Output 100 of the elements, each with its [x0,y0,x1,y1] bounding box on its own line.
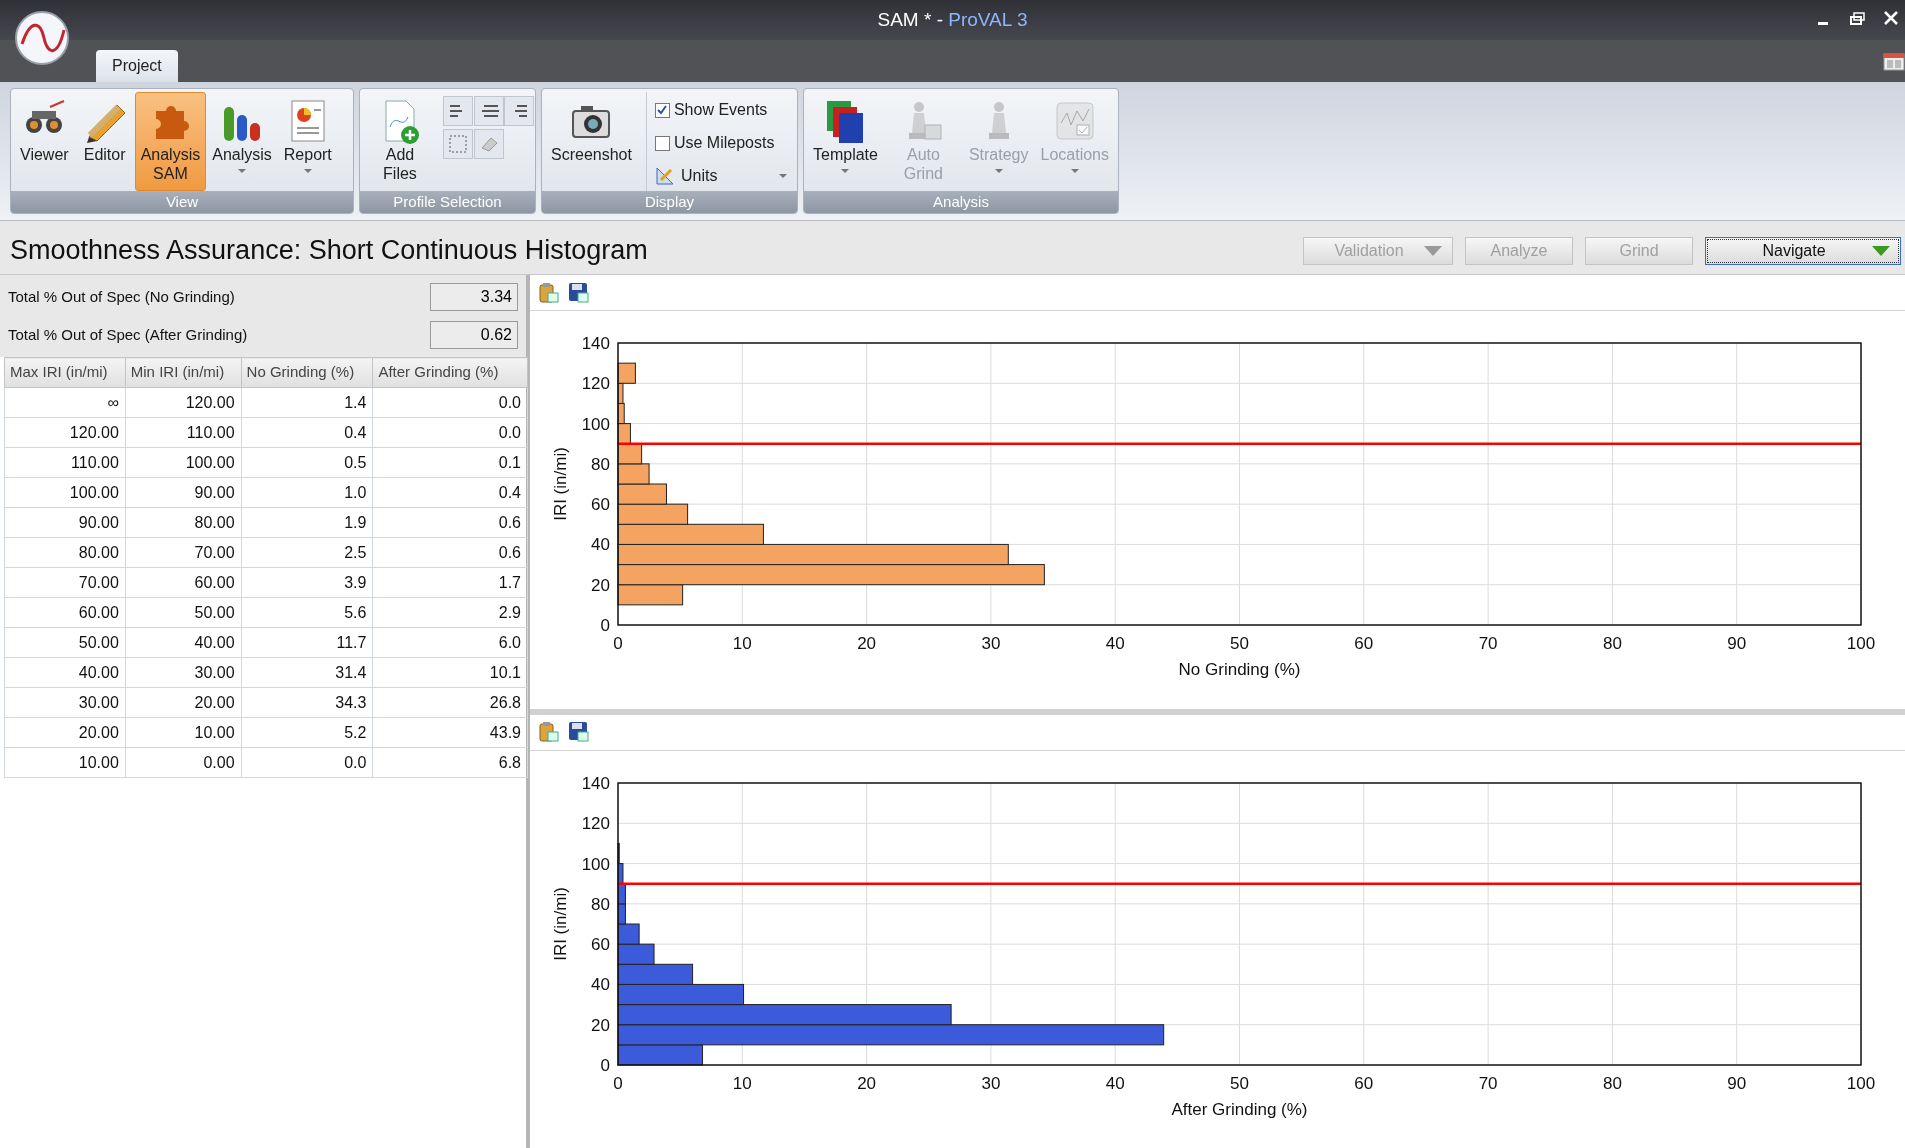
table-cell: 0.5 [241,447,373,478]
table-cell: 5.2 [241,717,373,748]
total-value-field: 3.34 [430,283,518,311]
table-cell: 6.0 [372,627,528,658]
x-tick-label: 100 [1846,634,1876,653]
table-cell: 30.00 [4,687,126,718]
total-label: Total % Out of Spec (After Grinding) [8,324,249,345]
window-title: SAM * - ProVAL 3 [877,7,1028,32]
x-tick-label: 20 [857,634,877,653]
x-tick-label: 0 [613,634,623,653]
x-tick-label: 0 [613,1073,623,1093]
table-cell: 60.00 [4,597,126,628]
y-tick-label: 100 [581,414,610,434]
total-label: Total % Out of Spec (No Grinding) [8,286,236,307]
x-tick-label: 10 [732,1073,752,1093]
table-cell: 80.00 [125,507,242,538]
y-tick-label: 60 [591,495,610,515]
x-tick-label: 100 [1846,1073,1876,1093]
table-cell: 70.00 [125,537,242,568]
table-cell: 0.6 [372,537,528,568]
x-tick-label: 40 [1105,1073,1125,1093]
y-tick-label: 20 [591,1015,610,1035]
table-cell: 50.00 [125,597,242,628]
x-tick-label: 30 [981,634,1001,653]
table-cell: 90.00 [125,477,242,508]
x-tick-label: 60 [1354,1073,1374,1093]
x-tick-label: 50 [1230,1073,1249,1093]
table-cell: 0.0 [241,747,373,778]
x-tick-label: 10 [732,634,752,653]
table-cell: 0.1 [372,447,528,478]
table-cell: 43.9 [372,717,528,748]
table-cell: 1.4 [241,387,373,418]
table-cell: 20.00 [125,687,242,718]
table-cell: 26.8 [372,687,528,718]
table-cell: 0.0 [372,417,528,448]
y-tick-label: 40 [591,974,610,994]
y-tick-label: 120 [581,374,610,394]
x-tick-label: 60 [1354,634,1374,653]
table-cell: 34.3 [241,687,373,718]
table-cell: 110.00 [125,417,242,448]
x-tick-label: 90 [1727,634,1747,653]
table-cell: 40.00 [4,657,126,688]
table-cell: 40.00 [125,627,242,658]
table-cell: 2.9 [372,597,528,628]
x-tick-label: 80 [1602,1073,1622,1093]
table-cell: 60.00 [125,567,242,598]
y-tick-label: 20 [591,575,610,595]
table-cell: 20.00 [4,717,126,748]
table-cell: 100.00 [4,477,126,508]
group-label: View [11,191,353,213]
group-label: Analysis [804,191,1118,213]
table-cell: 30.00 [125,657,242,688]
table-cell: 31.4 [241,657,373,688]
table-cell: 90.00 [4,507,126,538]
y-tick-label: 140 [581,334,610,353]
table-cell: 0.6 [372,507,528,538]
x-tick-label: 80 [1602,634,1622,653]
table-cell: 70.00 [4,567,126,598]
x-tick-label: 20 [857,1073,877,1093]
table-cell: 2.5 [241,537,373,568]
table-cell: 0.0 [372,387,528,418]
x-axis-title: After Grinding (%) [1171,1099,1308,1119]
table-cell: 0.4 [372,477,528,508]
y-tick-label: 120 [581,813,610,833]
y-tick-label: 60 [591,934,610,954]
table-cell: 120.00 [125,387,242,418]
table-cell: 10.00 [4,747,126,778]
table-cell: 1.7 [372,567,528,598]
table-cell: 6.8 [372,747,528,778]
table-cell: ∞ [4,387,126,418]
y-tick-label: 40 [591,535,610,555]
checkbox-label: Show Events [673,100,768,120]
x-tick-label: 50 [1230,634,1249,653]
table-cell: 110.00 [4,447,126,478]
group-label: Display [542,191,797,213]
x-tick-label: 40 [1105,634,1125,653]
table-cell: 100.00 [125,447,242,478]
table-cell: 1.0 [241,477,373,508]
table-cell: 1.9 [241,507,373,538]
y-tick-label: 140 [581,773,610,793]
table-cell: 120.00 [4,417,126,448]
x-tick-label: 90 [1727,1073,1747,1093]
page-title: Smoothness Assurance: Short Continuous Histogram [10,234,649,268]
x-tick-label: 30 [981,1073,1001,1093]
y-tick-label: 80 [591,894,610,914]
table-cell: 5.6 [241,597,373,628]
table-cell: 0.00 [125,747,242,778]
table-cell: 10.00 [125,717,242,748]
checkbox-label: Use Mileposts [673,133,775,153]
y-axis-title: IRI (in/mi) [551,886,570,961]
y-axis-title: IRI (in/mi) [551,447,570,521]
total-value-field: 0.62 [430,321,518,349]
table-cell: 11.7 [241,627,373,658]
y-tick-label: 100 [581,854,610,874]
table-cell: 0.4 [241,417,373,448]
y-tick-label: 80 [591,454,610,474]
y-tick-label: 0 [600,616,610,635]
group-label: Profile Selection [360,191,535,213]
y-tick-label: 0 [600,1055,610,1075]
x-tick-label: 70 [1478,634,1498,653]
